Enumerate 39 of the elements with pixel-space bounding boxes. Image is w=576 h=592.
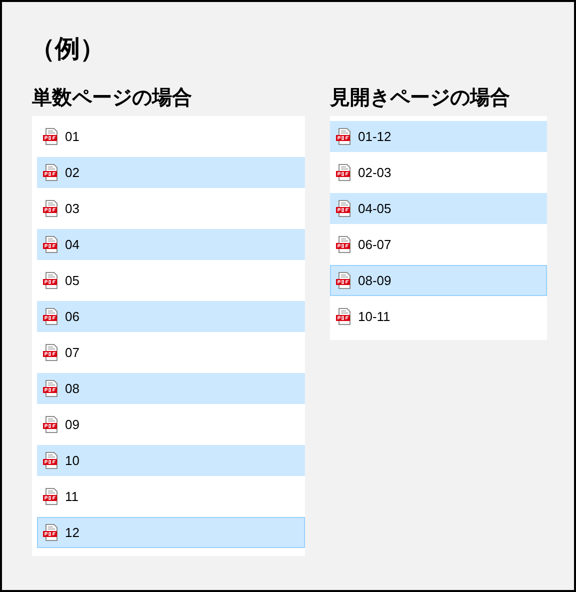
file-item[interactable]: 10 (37, 445, 305, 476)
pdf-file-icon (43, 200, 59, 217)
pdf-file-icon (43, 164, 59, 181)
file-item[interactable]: 07 (37, 337, 305, 368)
file-item[interactable]: 04-05 (330, 193, 547, 224)
example-title: （例） (30, 33, 106, 65)
pdf-file-icon (43, 272, 59, 289)
pdf-file-icon (43, 416, 59, 433)
file-item[interactable]: 04 (37, 229, 305, 260)
file-item[interactable]: 10-11 (330, 301, 547, 332)
pdf-file-icon (43, 380, 59, 397)
file-item[interactable]: 06 (37, 301, 305, 332)
pdf-file-icon (336, 164, 352, 181)
pdf-file-icon (43, 308, 59, 325)
file-item[interactable]: 06-07 (330, 229, 547, 260)
pdf-file-icon (336, 272, 352, 289)
file-item[interactable]: 01-12 (330, 121, 547, 152)
pdf-file-icon (336, 128, 352, 145)
file-item[interactable]: 02 (37, 157, 305, 188)
file-item[interactable]: 08-09 (330, 265, 547, 296)
pdf-file-icon (336, 200, 352, 217)
pdf-file-icon (43, 128, 59, 145)
pdf-file-icon (336, 236, 352, 253)
file-item[interactable]: 12 (37, 517, 305, 548)
pdf-file-icon (336, 308, 352, 325)
pdf-file-icon (43, 524, 59, 541)
pdf-file-icon (43, 452, 59, 469)
section-heading: 単数ページの場合 (32, 84, 193, 110)
file-item[interactable]: 03 (37, 193, 305, 224)
file-item[interactable]: 02-03 (330, 157, 547, 188)
pdf-file-icon (43, 488, 59, 505)
pdf-file-icon (43, 344, 59, 361)
file-item[interactable]: 09 (37, 409, 305, 440)
section-heading: 見開きページの場合 (330, 84, 511, 110)
file-item[interactable]: 08 (37, 373, 305, 404)
file-item[interactable]: 01 (37, 121, 305, 152)
file-item[interactable]: 11 (37, 481, 305, 512)
pdf-file-icon (43, 236, 59, 253)
file-item[interactable]: 05 (37, 265, 305, 296)
